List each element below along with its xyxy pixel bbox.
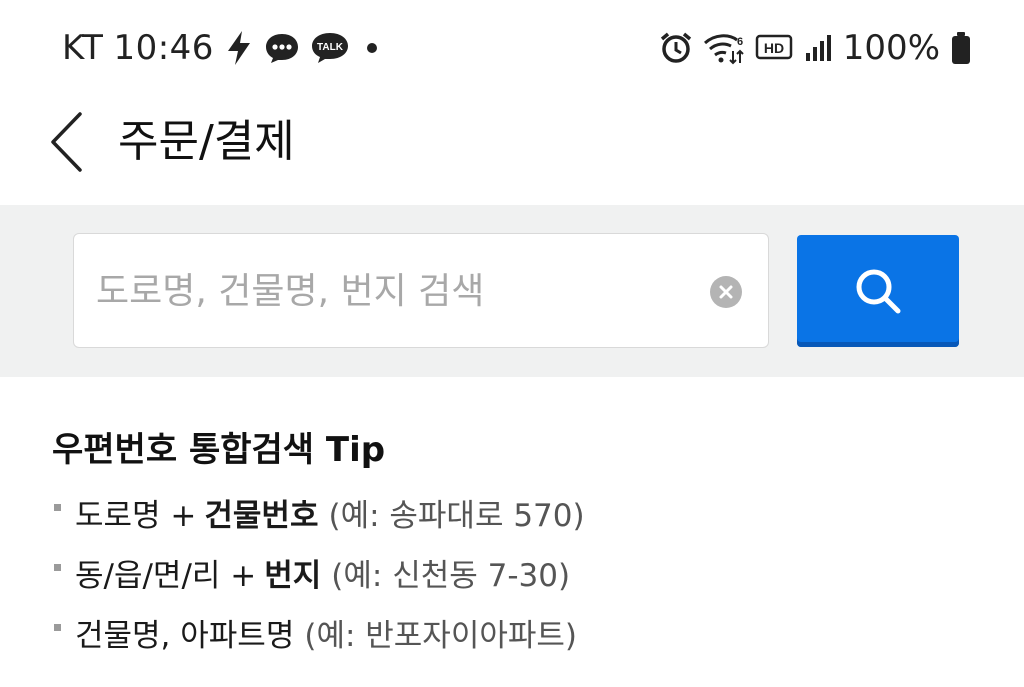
tip-prefix: 건물명, 아파트명: [75, 617, 295, 654]
tip-example: (예: 송파대로 570): [328, 497, 585, 534]
status-time: 10:46: [113, 28, 214, 68]
search-tips: 우편번호 통합검색 Tip 도로명 + 건물번호 (예: 송파대로 570) 동…: [52, 424, 992, 662]
close-icon: [719, 285, 733, 299]
clear-input-button[interactable]: [710, 276, 742, 308]
signal-icon: [803, 33, 833, 63]
hd-voice-icon: HD: [755, 33, 793, 63]
app-header: 주문/결제: [0, 96, 1024, 204]
bullet-icon: [54, 563, 61, 571]
bullet-icon: [54, 503, 61, 511]
status-right: 6 HD 100%: [659, 26, 972, 70]
tip-item: 건물명, 아파트명 (예: 반포자이아파트): [52, 602, 992, 662]
battery-percent: 100%: [842, 28, 940, 68]
status-bar: KT 10:46 TALK 6 HD 100%: [0, 0, 1024, 96]
bullet-icon: [54, 623, 61, 631]
svg-text:6: 6: [737, 36, 743, 48]
notification-dot-icon: [360, 41, 384, 55]
tips-title: 우편번호 통합검색 Tip: [52, 430, 386, 470]
address-search-input[interactable]: [94, 234, 698, 349]
battery-icon: [950, 31, 972, 65]
search-button[interactable]: [797, 235, 959, 347]
carrier-label: KT: [62, 28, 104, 68]
page-title: 주문/결제: [118, 116, 295, 167]
chat-bubble-icon: [264, 31, 300, 65]
hd-badge-text: HD: [764, 40, 784, 56]
back-button[interactable]: [36, 110, 96, 174]
tip-strong: 건물번호: [204, 497, 319, 534]
tip-prefix: 도로명 +: [75, 497, 197, 534]
alarm-icon: [659, 31, 693, 65]
back-arrow-icon: [51, 112, 82, 172]
search-area: [0, 205, 1024, 377]
talk-icon: TALK: [310, 31, 350, 65]
lightning-icon: [224, 29, 254, 67]
tip-item: 동/읍/면/리 + 번지 (예: 신천동 7-30): [52, 542, 992, 602]
search-box: [73, 233, 769, 349]
status-left: KT 10:46 TALK: [62, 26, 384, 70]
tip-example: (예: 반포자이아파트): [304, 617, 578, 654]
tip-strong: 번지: [264, 557, 322, 594]
wifi-6-icon: 6: [703, 31, 745, 65]
tip-example: (예: 신천동 7-30): [331, 557, 571, 594]
talk-badge-text: TALK: [317, 42, 344, 53]
tip-prefix: 동/읍/면/리 +: [75, 557, 257, 594]
search-icon: [856, 269, 901, 314]
tip-item: 도로명 + 건물번호 (예: 송파대로 570): [52, 482, 992, 542]
